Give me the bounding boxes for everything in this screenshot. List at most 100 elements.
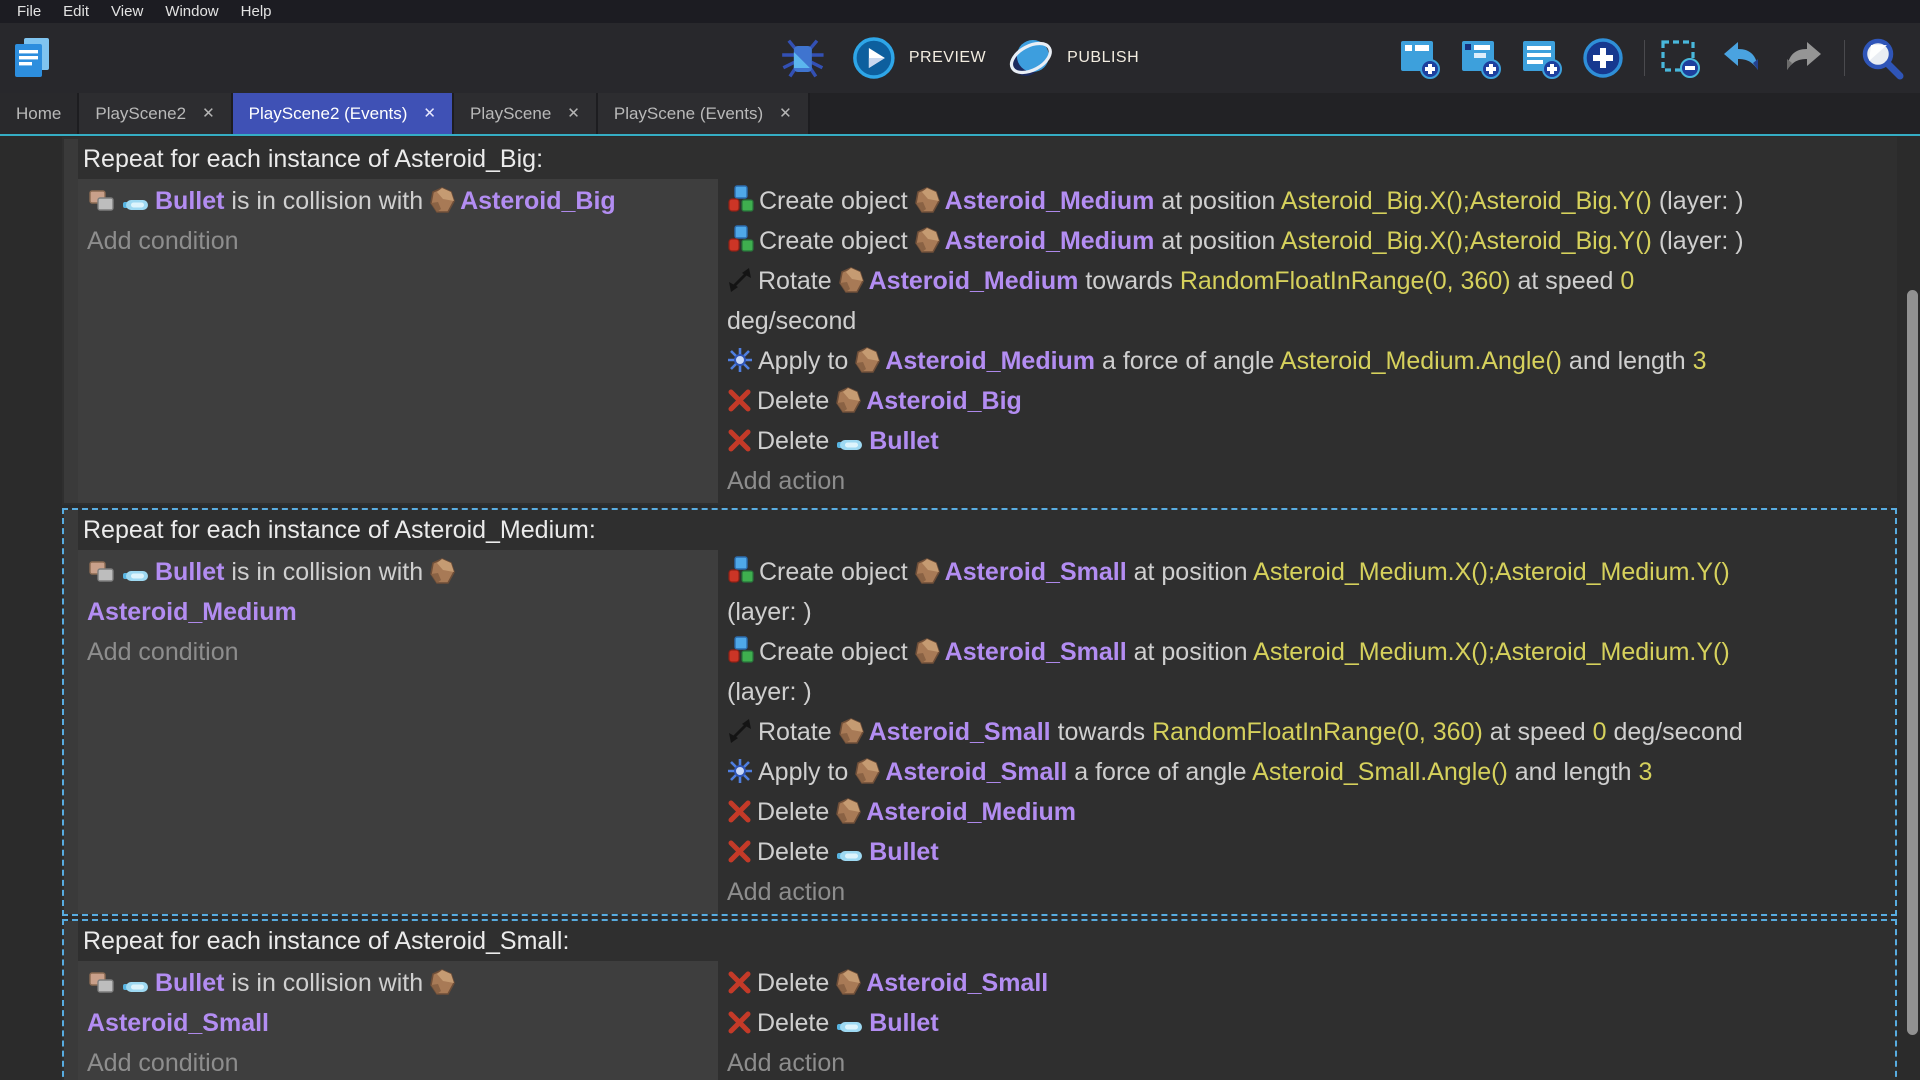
expression-text: Asteroid_Medium.X();Asteroid_Medium.Y(): [1253, 638, 1730, 666]
object-name: Asteroid_Medium: [885, 347, 1095, 375]
repeat-for-each-header[interactable]: Repeat for each instance of Asteroid_Med…: [78, 510, 1895, 550]
asteroid-icon: [915, 187, 940, 213]
debug-icon: [781, 38, 825, 78]
conditions-column: Bullet is in collision with Asteroid_Big…: [78, 179, 718, 503]
add-action-button[interactable]: Add action: [727, 1043, 1891, 1080]
action-row[interactable]: Delete Bullet: [727, 421, 1891, 461]
preview-button[interactable]: PREVIEW: [850, 34, 988, 82]
object-name: Asteroid_Medium: [866, 798, 1076, 826]
instruction-text: is in collision with: [224, 558, 430, 586]
action-row[interactable]: Create object Asteroid_Small at position…: [727, 632, 1891, 712]
tab-label: PlayScene2 (Events): [249, 104, 408, 124]
action-row[interactable]: Apply to Asteroid_Medium a force of angl…: [727, 341, 1891, 381]
add-condition-button[interactable]: Add condition: [87, 1043, 708, 1080]
actions-column: Create object Asteroid_Medium at positio…: [718, 179, 1895, 503]
add-condition-button[interactable]: Add condition: [87, 632, 708, 672]
menu-window[interactable]: Window: [154, 0, 229, 23]
toolbar-right-group: [1392, 23, 1916, 93]
add-subevent-icon: [1459, 37, 1503, 79]
tab-close-icon[interactable]: ✕: [567, 106, 580, 121]
tab-close-icon[interactable]: ✕: [423, 106, 436, 121]
event-drag-handle[interactable]: [64, 510, 78, 914]
repeat-for-each-header[interactable]: Repeat for each instance of Asteroid_Sma…: [78, 921, 1895, 961]
collision-icon: [87, 971, 117, 995]
add-circle-button[interactable]: [1579, 34, 1632, 82]
bullet-icon: [122, 979, 150, 995]
event-block-1[interactable]: Repeat for each instance of Asteroid_Big…: [62, 137, 1897, 505]
tab-playscene-events[interactable]: PlayScene (Events) ✕: [598, 93, 810, 134]
object-name: Asteroid_Small: [945, 638, 1127, 666]
actions-column: Create object Asteroid_Small at position…: [718, 550, 1895, 914]
menu-help[interactable]: Help: [230, 0, 283, 23]
tab-home[interactable]: Home: [0, 93, 79, 134]
project-manager-button[interactable]: [10, 34, 59, 82]
event-block-2[interactable]: Repeat for each instance of Asteroid_Med…: [62, 508, 1897, 916]
add-action-button[interactable]: Add action: [727, 872, 1891, 912]
add-subevent-button[interactable]: [1457, 35, 1510, 81]
condition-row[interactable]: Bullet is in collision with Asteroid_Big: [87, 181, 708, 221]
tab-playscene[interactable]: PlayScene✕: [454, 93, 598, 134]
undo-button[interactable]: [1718, 36, 1771, 80]
expression-text: RandomFloatInRange(0, 360): [1180, 267, 1511, 295]
rotate-icon: [727, 718, 753, 744]
tab-close-icon[interactable]: ✕: [202, 106, 215, 121]
asteroid-icon: [430, 969, 455, 995]
redo-button[interactable]: [1779, 36, 1832, 80]
instruction-text: Create object: [759, 227, 915, 255]
event-drag-handle[interactable]: [64, 921, 78, 1080]
search-button[interactable]: [1857, 33, 1912, 83]
instruction-text: Create object: [759, 558, 915, 586]
action-row[interactable]: Create object Asteroid_Medium at positio…: [727, 181, 1891, 221]
create-object-icon: [727, 636, 754, 664]
instruction-text: towards: [1051, 718, 1152, 746]
instruction-text: Delete: [757, 387, 836, 415]
add-comment-button[interactable]: [1518, 35, 1571, 81]
instruction-text: Apply to: [758, 758, 855, 786]
tab-label: PlayScene (Events): [614, 104, 763, 124]
debug-button[interactable]: [779, 36, 832, 80]
instruction-text: (layer: ): [1652, 187, 1744, 215]
delete-icon: [727, 1010, 752, 1035]
action-row[interactable]: Create object Asteroid_Small at position…: [727, 552, 1891, 632]
action-row[interactable]: Create object Asteroid_Medium at positio…: [727, 221, 1891, 261]
event-drag-handle[interactable]: [64, 139, 78, 503]
action-row[interactable]: Apply to Asteroid_Small a force of angle…: [727, 752, 1891, 792]
menu-edit[interactable]: Edit: [52, 0, 100, 23]
menu-bar: FileEditViewWindowHelp: [0, 0, 1920, 23]
tab-playscene2-events[interactable]: PlayScene2 (Events) ✕: [233, 93, 454, 134]
publish-globe-icon: [1008, 36, 1054, 80]
asteroid-icon: [855, 758, 880, 784]
repeat-for-each-header[interactable]: Repeat for each instance of Asteroid_Big…: [78, 139, 1895, 179]
add-event-button[interactable]: [1396, 35, 1449, 81]
tab-close-icon[interactable]: ✕: [779, 106, 792, 121]
action-row[interactable]: Delete Asteroid_Medium: [727, 792, 1891, 832]
condition-row[interactable]: Bullet is in collision with Asteroid_Med…: [87, 552, 708, 632]
instruction-text: Delete: [757, 838, 836, 866]
action-row[interactable]: Delete Asteroid_Big: [727, 381, 1891, 421]
action-row[interactable]: Rotate Asteroid_Medium towards RandomFlo…: [727, 261, 1891, 341]
action-row[interactable]: Rotate Asteroid_Small towards RandomFloa…: [727, 712, 1891, 752]
event-block-3[interactable]: Repeat for each instance of Asteroid_Sma…: [62, 919, 1897, 1080]
instruction-text: (layer: ): [727, 598, 812, 626]
add-condition-button[interactable]: Add condition: [87, 221, 708, 261]
event-body: Bullet is in collision with Asteroid_Big…: [78, 179, 1895, 503]
menu-file[interactable]: File: [6, 0, 52, 23]
action-row[interactable]: Delete Bullet: [727, 1003, 1891, 1043]
remove-selection-button[interactable]: [1657, 35, 1710, 81]
condition-row[interactable]: Bullet is in collision with Asteroid_Sma…: [87, 963, 708, 1043]
instruction-text: a force of angle: [1067, 758, 1252, 786]
action-row[interactable]: Delete Bullet: [727, 832, 1891, 872]
expression-text: Asteroid_Small.Angle(): [1252, 758, 1508, 786]
object-name: Asteroid_Small: [945, 558, 1127, 586]
publish-button[interactable]: PUBLISH: [1006, 34, 1141, 82]
instruction-text: deg/second: [727, 307, 856, 335]
asteroid-icon: [855, 347, 880, 373]
instruction-text: at position: [1154, 227, 1280, 255]
add-action-button[interactable]: Add action: [727, 461, 1891, 501]
action-row[interactable]: Delete Asteroid_Small: [727, 963, 1891, 1003]
add-event-icon: [1398, 37, 1442, 79]
vertical-scrollbar-thumb[interactable]: [1907, 290, 1918, 1035]
tab-playscene2[interactable]: PlayScene2✕: [79, 93, 232, 134]
menu-view[interactable]: View: [100, 0, 154, 23]
main-toolbar: PREVIEW PUBLISH: [0, 23, 1920, 93]
